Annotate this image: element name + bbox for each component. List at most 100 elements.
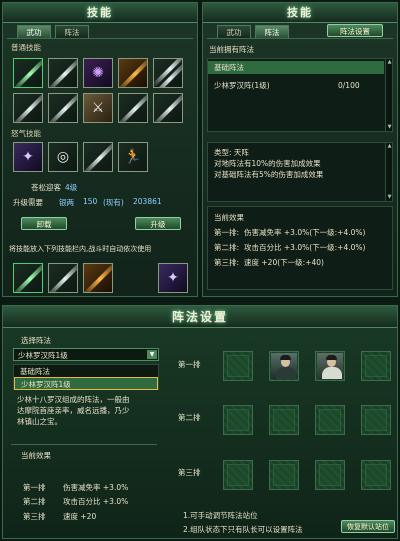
owned-formations-label: 当前拥有阵法 xyxy=(209,45,254,54)
dialog-title: 阵法设置 xyxy=(171,310,228,324)
scrollbar[interactable]: ▲ ▼ xyxy=(385,143,392,201)
restore-default-button[interactable]: 恢复默认站位 xyxy=(341,520,395,533)
upgrade-label: 升级需要 xyxy=(13,198,43,207)
note-line: 1.可手动调节阵法站位 xyxy=(183,511,258,520)
formation-info-box: 类型: 天阵 对地阵法有10%的伤害加成效果 对基础阵法有5%的伤害加成效果 ▲… xyxy=(207,142,393,202)
formation-list: 基础阵法 少林罗汉阵(1级) 0/100 ▲ ▼ xyxy=(207,58,393,132)
skill-slot[interactable] xyxy=(13,58,43,88)
formation-slot[interactable] xyxy=(361,351,391,381)
effect-row-label: 第二排: xyxy=(214,243,240,252)
rage-skill-slot[interactable]: ◎ xyxy=(48,142,78,172)
current-effect-label: 当前效果 xyxy=(214,213,244,222)
rage-skills-label: 怒气技能 xyxy=(11,129,41,138)
skill-slot[interactable] xyxy=(118,93,148,123)
skillbar-slot[interactable]: ✦ xyxy=(158,263,188,293)
skill-slot[interactable] xyxy=(13,93,43,123)
rage-skill-slot[interactable] xyxy=(83,142,113,172)
normal-skills-label: 普通技能 xyxy=(11,43,41,52)
effect-row-text: 伤害减免率 +3.0%(下一级:+4.0%) xyxy=(244,228,366,237)
list-item[interactable]: 少林罗汉阵(1级) 0/100 xyxy=(208,79,384,92)
effect-row-text: 攻击百分比 +3.0% xyxy=(63,497,129,506)
formation-type: 类型: 天阵 xyxy=(214,148,249,157)
skill-level: 4级 xyxy=(65,183,78,192)
skillbar-slot[interactable] xyxy=(13,263,43,293)
effect-row-label: 第一排: xyxy=(214,228,240,237)
skillbar-slot[interactable] xyxy=(83,263,113,293)
effect-row-text: 攻击百分比 +3.0%(下一级:+4.0%) xyxy=(244,243,366,252)
formation-slot[interactable] xyxy=(315,405,345,435)
effect-row-text: 伤害减免率 +3.0% xyxy=(63,483,129,492)
effect-row-label: 第三排 xyxy=(23,512,46,521)
formation-slot[interactable] xyxy=(269,460,299,490)
skill-slot[interactable] xyxy=(48,93,78,123)
formation-panel: 技能 武功 阵法 阵法设置 当前拥有阵法 基础阵法 少林罗汉阵(1级) 0/10… xyxy=(202,2,398,297)
dropdown-option[interactable]: 少林罗汉阵1级 xyxy=(14,377,158,390)
effect-divider xyxy=(11,444,157,445)
effect-line: 对地阵法有10%的伤害加成效果 xyxy=(214,159,321,168)
dialog-titlebar: 阵法设置 xyxy=(3,306,397,328)
row-label-2: 第二排 xyxy=(178,413,201,422)
current-effect-label: 当前效果 xyxy=(21,451,51,460)
formation-slot[interactable] xyxy=(361,405,391,435)
skills-titlebar: 技能 xyxy=(3,3,197,23)
skills-panel: 技能 武功 阵法 普通技能 ✺ ⚔ 怒气技能 ✦ ◎ 🏃 苍松迎客 4级 升级需… xyxy=(2,2,198,297)
skill-slot[interactable] xyxy=(48,58,78,88)
dropdown-value: 少林罗汉阵1级 xyxy=(18,351,68,360)
chevron-down-icon[interactable]: ▼ xyxy=(147,350,157,359)
character-portrait[interactable] xyxy=(271,353,297,379)
scroll-up-icon[interactable]: ▲ xyxy=(386,143,393,150)
tab-formation[interactable]: 阵法 xyxy=(55,25,89,38)
money-have-label: (现有) xyxy=(103,198,124,207)
skill-slot[interactable]: ⚔ xyxy=(83,93,113,123)
formation-dropdown[interactable]: 少林罗汉阵1级 ▼ xyxy=(13,348,159,361)
effect-row-text: 速度 +20 xyxy=(63,512,97,521)
scroll-up-icon[interactable]: ▲ xyxy=(386,59,393,66)
skill-slot[interactable]: ✺ xyxy=(83,58,113,88)
formation-slot-occupied[interactable] xyxy=(269,351,299,381)
row-label-1: 第一排 xyxy=(178,360,201,369)
formation-name: 基础阵法 xyxy=(214,63,244,72)
upgrade-button[interactable]: 升级 xyxy=(135,217,181,230)
tab-martial-arts[interactable]: 武功 xyxy=(17,25,51,38)
list-item[interactable]: 基础阵法 xyxy=(208,61,384,74)
formation-title: 技能 xyxy=(287,6,313,19)
character-portrait[interactable] xyxy=(317,353,343,379)
skill-slot[interactable] xyxy=(153,58,183,88)
skill-slot[interactable] xyxy=(153,93,183,123)
money-label: 银两 xyxy=(59,198,74,207)
effect-line: 对基础阵法有5%的伤害加成效果 xyxy=(214,170,324,179)
current-effect-box: 当前效果 第一排: 伤害减免率 +3.0%(下一级:+4.0%) 第二排: 攻击… xyxy=(207,206,393,290)
formation-slot-occupied[interactable] xyxy=(315,351,345,381)
effect-row-label: 第三排: xyxy=(214,258,240,267)
tab-divider xyxy=(207,38,393,39)
effect-row-label: 第一排 xyxy=(23,483,46,492)
rage-skill-slot[interactable]: 🏃 xyxy=(118,142,148,172)
money-have: 203861 xyxy=(133,197,162,206)
dropdown-options: 基础阵法 少林罗汉阵1级 xyxy=(13,364,159,390)
scroll-down-icon[interactable]: ▼ xyxy=(386,194,393,201)
formation-slot[interactable] xyxy=(269,405,299,435)
effect-row-text: 速度 +20(下一级:+40) xyxy=(244,258,324,267)
formation-slot[interactable] xyxy=(223,351,253,381)
formation-slot[interactable] xyxy=(223,460,253,490)
rage-skill-slot[interactable]: ✦ xyxy=(13,142,43,172)
skill-slot[interactable] xyxy=(118,58,148,88)
note-line: 2.组队状态下只有队长可以设置阵法 xyxy=(183,525,303,534)
tab-martial-arts[interactable]: 武功 xyxy=(217,25,251,38)
skillbar-slot[interactable] xyxy=(48,263,78,293)
skill-name: 苍松迎客 xyxy=(31,183,61,192)
unload-button[interactable]: 卸载 xyxy=(21,217,67,230)
scroll-down-icon[interactable]: ▼ xyxy=(386,124,393,131)
formation-slot[interactable] xyxy=(223,405,253,435)
formation-slot[interactable] xyxy=(361,460,391,490)
formation-slot[interactable] xyxy=(315,460,345,490)
choose-formation-label: 选择阵法 xyxy=(21,336,51,345)
formation-titlebar: 技能 xyxy=(203,3,397,23)
scrollbar[interactable]: ▲ ▼ xyxy=(385,59,392,131)
tab-formation[interactable]: 阵法 xyxy=(255,25,289,38)
tab-divider xyxy=(7,38,193,39)
description-line: 林镇山之宝。 xyxy=(17,417,62,426)
description-line: 达摩院首座亲率，威名远播，乃少 xyxy=(17,406,130,415)
formation-setup-button[interactable]: 阵法设置 xyxy=(327,24,383,37)
skillbar-hint: 将技能放入下列技能栏内,战斗时自动依次使用 xyxy=(9,245,152,253)
